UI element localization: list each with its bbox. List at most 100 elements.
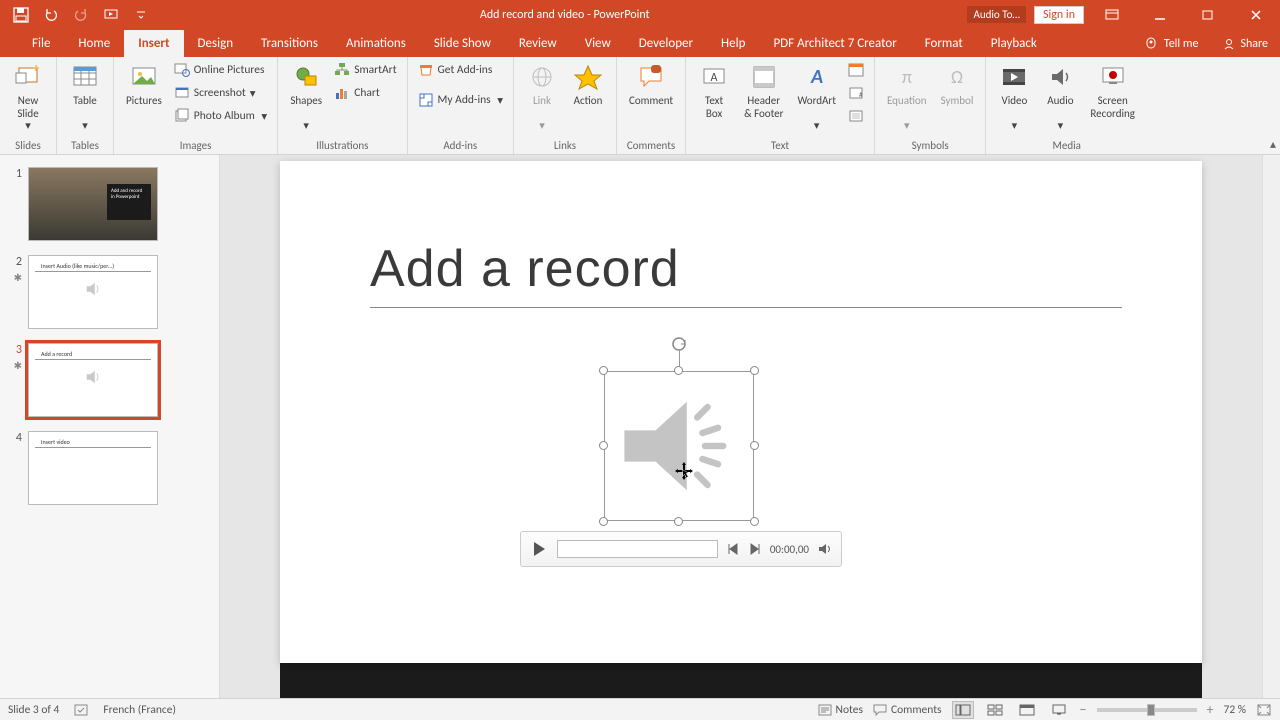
zoom-out-icon[interactable]: −	[1080, 701, 1087, 718]
chart-button[interactable]: Chart	[330, 82, 400, 104]
thumbnail-slide-3[interactable]: Add a record	[28, 343, 158, 417]
resize-handle[interactable]	[674, 517, 683, 526]
resize-handle[interactable]	[599, 517, 608, 526]
vertical-scrollbar[interactable]	[1262, 155, 1280, 698]
volume-icon[interactable]	[817, 541, 833, 557]
object-button[interactable]	[844, 105, 868, 127]
normal-view-icon[interactable]	[952, 701, 974, 719]
action-button[interactable]: Action	[566, 59, 610, 110]
qat-customize-icon[interactable]	[128, 3, 154, 27]
slide-sorter-view-icon[interactable]	[984, 701, 1006, 719]
tab-developer[interactable]: Developer	[625, 30, 707, 57]
redo-icon[interactable]	[68, 3, 94, 27]
comment-button[interactable]: Comment	[623, 59, 679, 110]
tab-pdf-architect[interactable]: PDF Architect 7 Creator	[759, 30, 910, 57]
equation-button[interactable]: π Equation▾	[881, 59, 933, 135]
photo-album-button[interactable]: Photo Album ▾	[170, 105, 271, 127]
resize-handle[interactable]	[750, 517, 759, 526]
thumbnail-row[interactable]: 2✱ Insert Audio (like music/per...)	[8, 255, 211, 329]
symbol-button[interactable]: Ω Symbol	[935, 59, 980, 110]
resize-handle[interactable]	[599, 441, 608, 450]
slide-canvas[interactable]: Add a record	[280, 161, 1202, 663]
tab-design[interactable]: Design	[184, 30, 247, 57]
undo-icon[interactable]	[38, 3, 64, 27]
tab-transitions[interactable]: Transitions	[247, 30, 332, 57]
shapes-button[interactable]: Shapes▾	[284, 59, 328, 135]
tab-home[interactable]: Home	[64, 30, 124, 57]
thumbnail-row[interactable]: 1 Add and record in Powerpoint	[8, 167, 211, 241]
audio-object[interactable]	[604, 371, 754, 521]
pictures-button[interactable]: Pictures	[120, 59, 168, 110]
tab-playback[interactable]: Playback	[977, 30, 1051, 57]
photo-album-icon	[174, 108, 190, 124]
store-icon	[418, 62, 434, 78]
save-icon[interactable]	[8, 3, 34, 27]
language-indicator[interactable]: French (France)	[103, 703, 176, 717]
zoom-slider-thumb[interactable]	[1147, 704, 1155, 716]
zoom-percent[interactable]: 72 %	[1224, 703, 1246, 717]
slide-title[interactable]: Add a record	[370, 239, 680, 299]
tab-animations[interactable]: Animations	[332, 30, 420, 57]
thumbnail-row[interactable]: 4 Insert video	[8, 431, 211, 505]
fit-to-window-icon[interactable]	[1256, 703, 1272, 717]
tab-file[interactable]: File	[18, 30, 64, 57]
table-button[interactable]: Table▾	[63, 59, 107, 135]
header-footer-button[interactable]: Header & Footer	[738, 59, 789, 122]
share-button[interactable]: Share	[1210, 31, 1280, 57]
slide-number-button[interactable]: #	[844, 82, 868, 104]
audio-track[interactable]	[557, 540, 718, 558]
zoom-slider[interactable]	[1097, 708, 1197, 712]
resize-handle[interactable]	[750, 366, 759, 375]
spellcheck-icon[interactable]	[73, 703, 89, 717]
collapse-ribbon-icon[interactable]: ▴	[1270, 137, 1276, 152]
notes-area-collapsed[interactable]	[280, 663, 1202, 698]
tab-review[interactable]: Review	[505, 30, 571, 57]
text-box-button[interactable]: A Text Box	[692, 59, 736, 122]
slideshow-view-icon[interactable]	[1048, 701, 1070, 719]
date-time-button[interactable]	[844, 59, 868, 81]
get-addins-label: Get Add-ins	[438, 63, 493, 77]
zoom-in-icon[interactable]: +	[1207, 701, 1214, 718]
tab-view[interactable]: View	[571, 30, 625, 57]
close-icon[interactable]	[1236, 1, 1276, 29]
audio-button[interactable]: Audio▾	[1038, 59, 1082, 135]
thumbnail-slide-4[interactable]: Insert video	[28, 431, 158, 505]
comments-button[interactable]: Comments	[873, 703, 942, 717]
slide-thumbnails-panel[interactable]: 1 Add and record in Powerpoint 2✱ Insert…	[0, 155, 220, 698]
audio-tools-contextual-tab[interactable]: Audio To…	[967, 6, 1026, 23]
skip-back-icon[interactable]	[726, 542, 740, 556]
screenshot-button[interactable]: Screenshot ▾	[170, 82, 271, 104]
tab-slide-show[interactable]: Slide Show	[420, 30, 505, 57]
tab-insert[interactable]: Insert	[124, 30, 183, 57]
get-addins-button[interactable]: Get Add-ins	[414, 59, 507, 81]
wordart-button[interactable]: A WordArt▾	[791, 59, 841, 135]
screen-recording-button[interactable]: Screen Recording	[1084, 59, 1141, 122]
reading-view-icon[interactable]	[1016, 701, 1038, 719]
tab-format[interactable]: Format	[911, 30, 977, 57]
ribbon-display-options-icon[interactable]	[1092, 1, 1132, 29]
skip-forward-icon[interactable]	[748, 542, 762, 556]
thumbnail-slide-1[interactable]: Add and record in Powerpoint	[28, 167, 158, 241]
video-button[interactable]: Video▾	[992, 59, 1036, 135]
minimize-icon[interactable]	[1140, 1, 1180, 29]
slide-indicator[interactable]: Slide 3 of 4	[8, 703, 59, 717]
start-from-beginning-icon[interactable]	[98, 3, 124, 27]
thumbnail-row[interactable]: 3✱ Add a record	[8, 343, 211, 417]
title-bar: Add record and video - PowerPoint Audio …	[0, 0, 1280, 29]
tab-help[interactable]: Help	[707, 30, 759, 57]
maximize-icon[interactable]	[1188, 1, 1228, 29]
pictures-label: Pictures	[126, 95, 162, 108]
smartart-button[interactable]: SmartArt	[330, 59, 400, 81]
new-slide-button[interactable]: New Slide ▾	[6, 59, 50, 135]
my-addins-button[interactable]: My Add-ins ▾	[414, 89, 507, 111]
sign-in-button[interactable]: Sign in	[1034, 6, 1084, 24]
online-pictures-button[interactable]: Online Pictures	[170, 59, 271, 81]
thumbnail-slide-2[interactable]: Insert Audio (like music/per...)	[28, 255, 158, 329]
resize-handle[interactable]	[599, 366, 608, 375]
link-button[interactable]: Link▾	[520, 59, 564, 135]
tell-me-search[interactable]: Tell me	[1132, 31, 1211, 57]
resize-handle[interactable]	[674, 366, 683, 375]
resize-handle[interactable]	[750, 441, 759, 450]
notes-button[interactable]: Notes	[818, 703, 863, 717]
play-button-icon[interactable]	[529, 539, 549, 559]
